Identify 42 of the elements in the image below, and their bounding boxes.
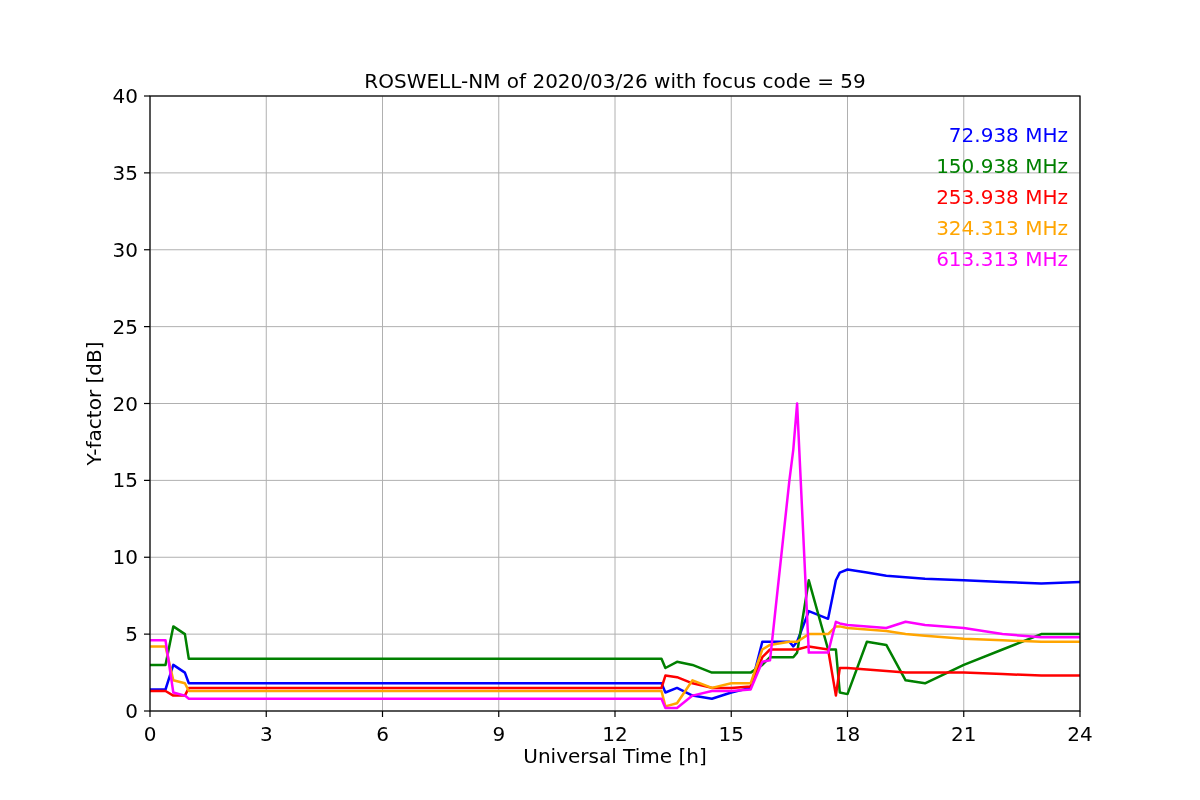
- tick-label: 15: [718, 722, 744, 746]
- tick-label: 24: [1067, 722, 1093, 746]
- tick-mark: [730, 710, 732, 718]
- tick-mark: [846, 710, 849, 718]
- tick-label: 9: [492, 722, 506, 746]
- legend-label: 150.938 MHz: [936, 154, 1068, 178]
- tick-mark: [143, 95, 151, 97]
- tick-label: 10: [112, 545, 138, 570]
- tick-mark: [143, 326, 151, 328]
- axis-label: Universal Time [h]: [523, 744, 707, 768]
- legend-label: 253.938 MHz: [936, 185, 1068, 209]
- legend-label: 613.313 MHz: [936, 247, 1068, 271]
- tick-mark: [143, 249, 151, 251]
- tick-label: 20: [112, 391, 138, 416]
- tick-label: 40: [112, 84, 138, 108]
- tick-label: 15: [112, 468, 138, 493]
- tick-mark: [143, 172, 151, 174]
- tick-mark: [143, 556, 151, 558]
- tick-label: 3: [259, 722, 273, 746]
- legend-label: 324.313 MHz: [936, 216, 1068, 240]
- tick-mark: [265, 710, 267, 718]
- tick-mark: [381, 710, 384, 718]
- tick-label: 6: [376, 722, 389, 746]
- tick-mark: [963, 710, 965, 718]
- tick-label: 30: [112, 237, 138, 262]
- tick-mark: [143, 633, 151, 635]
- legend-label: 72.938 MHz: [948, 123, 1068, 147]
- tick-mark: [1079, 710, 1081, 718]
- tick-label: 12: [602, 722, 628, 746]
- tick-mark: [143, 479, 151, 481]
- tick-label: 21: [951, 722, 977, 746]
- axis-label: Y-factor [dB]: [82, 341, 106, 466]
- tick-label: 35: [112, 160, 138, 185]
- tick-label: 18: [834, 722, 861, 746]
- tick-label: 5: [125, 622, 138, 647]
- chart-title: ROSWELL-NM of 2020/03/26 with focus code = 59: [364, 69, 866, 93]
- tick-mark: [498, 710, 500, 718]
- tick-label: 0: [125, 699, 138, 723]
- tick-label: 0: [143, 722, 157, 746]
- tick-label: 25: [112, 314, 138, 339]
- tick-mark: [614, 710, 616, 718]
- tick-mark: [143, 402, 151, 405]
